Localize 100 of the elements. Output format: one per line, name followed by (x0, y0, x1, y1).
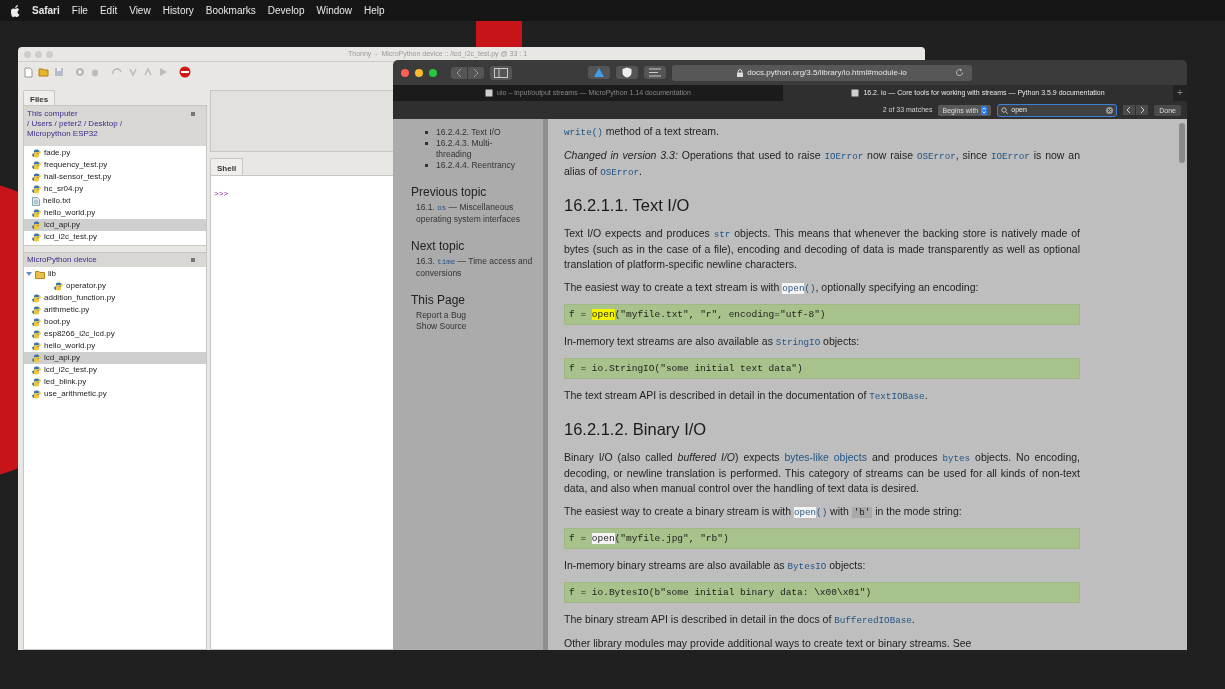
code-block: f = open("myfile.jpg", "rb") (564, 528, 1080, 549)
paragraph: In-memory binary streams are also available as BytesIO objects: (564, 558, 867, 574)
tree-row[interactable]: lcd_api.py (24, 219, 206, 231)
python-file-icon (32, 184, 41, 194)
sidebar-link[interactable]: Report a Bug (411, 310, 541, 321)
tree-row[interactable]: lcd_i2c_test.py (24, 364, 206, 376)
disclosure-triangle-icon (26, 271, 32, 277)
python-file-icon (32, 220, 41, 230)
tree-row[interactable]: hall-sensor_test.py (24, 171, 206, 183)
paragraph: Other library modules may provide additional ways to create text or binary streams. See (564, 636, 973, 650)
panel-title: MicroPython device (27, 254, 97, 266)
tree-row[interactable]: hello_world.py (24, 340, 206, 352)
tree-row[interactable]: hello.txt (24, 195, 206, 207)
tree-row[interactable]: led_blink.py (24, 376, 206, 388)
text-file-icon (32, 196, 40, 206)
python-file-icon (32, 160, 41, 170)
sidebar-heading: Next topic (411, 239, 466, 253)
folder-icon[interactable] (38, 67, 49, 77)
sidebar-heading: Previous topic (411, 185, 488, 199)
search-match: open (793, 507, 817, 518)
toc-link[interactable]: 16.2.4.4. Reentrancy (436, 160, 521, 171)
tree-row[interactable]: use_arithmetic.py (24, 388, 206, 400)
tree-row[interactable]: frequency_test.py (24, 159, 206, 171)
link[interactable]: bytes-like objects (784, 451, 867, 463)
python-file-icon (32, 172, 41, 182)
tree-row[interactable]: addition_function.py (24, 292, 206, 304)
stepper-icon (981, 105, 988, 115)
new-tab-button[interactable]: + (1173, 85, 1187, 101)
bullet-icon (425, 164, 428, 167)
next-icon[interactable] (1136, 105, 1149, 115)
tree-row[interactable]: lib (24, 268, 206, 280)
tree-row[interactable]: operator.py (24, 280, 206, 292)
tree-row[interactable]: lcd_api.py (24, 352, 206, 364)
menu-item[interactable]: View (129, 3, 151, 18)
search-match: open (591, 309, 615, 320)
python-file-icon (32, 148, 41, 158)
reload-icon (955, 67, 964, 77)
sidebar-heading: This Page (411, 293, 467, 307)
sidebar-icon[interactable] (490, 65, 512, 80)
pane-splitter[interactable] (24, 245, 206, 253)
search-icon (1001, 106, 1009, 114)
menu-item[interactable]: Bookmarks (205, 3, 256, 18)
run-icon[interactable] (75, 67, 85, 77)
bullet-icon (425, 131, 428, 134)
previous-icon[interactable] (1123, 105, 1136, 115)
step-into-icon[interactable] (128, 67, 138, 77)
section-heading: 16.2.1.1. Text I/O (564, 195, 691, 215)
python-file-icon (32, 232, 41, 242)
python-file-icon (32, 341, 41, 351)
forward-icon[interactable] (468, 66, 484, 79)
page-icon (485, 89, 494, 97)
reader-icon[interactable] (644, 66, 666, 79)
menu-item[interactable]: Window (316, 3, 353, 18)
tree-row[interactable]: esp8266_i2c_lcd.py (24, 328, 206, 340)
paragraph: The easiest way to create a binary stream is with open() with 'b' in the mode string: (564, 504, 963, 520)
paragraph: write() method of a text stream. (564, 124, 720, 140)
toc-link[interactable]: 16.2.4.3. Multi-threading (436, 138, 521, 160)
new-file-icon[interactable] (24, 66, 33, 78)
code-block: f = io.BytesIO(b"some initial binary data: \x00\x01") (564, 582, 1080, 603)
folder-icon (35, 269, 45, 279)
step-out-icon[interactable] (143, 67, 153, 77)
menu-item[interactable]: Help (364, 3, 385, 18)
shell-tab[interactable]: Shell (210, 158, 244, 175)
shield-icon[interactable] (616, 66, 638, 79)
tree-row[interactable]: boot.py (24, 316, 206, 328)
menu-item[interactable]: Develop (267, 3, 305, 18)
scrollbar-thumb[interactable] (1179, 123, 1185, 163)
clear-icon (1106, 106, 1114, 114)
bug-icon[interactable] (90, 67, 100, 77)
python-file-icon (32, 317, 41, 327)
tree-row[interactable]: hc_sr04.py (24, 183, 206, 195)
back-icon[interactable] (451, 66, 467, 79)
save-icon[interactable] (54, 67, 64, 77)
tree-row[interactable]: arithmetic.py (24, 304, 206, 316)
address-bar[interactable]: docs.python.org/3.5/library/io.html#module-io (672, 64, 972, 81)
paragraph: Text I/O expects and produces str objects. This means that whenever the backing store is natively made of bytes (such as in the case of a file), encoding and decoding of data is made transparently as well as optional translation of platform-specific newline characters. (564, 226, 1080, 272)
resume-icon[interactable] (158, 67, 168, 77)
python-file-icon (32, 365, 41, 375)
panel-title: This computer (27, 109, 79, 119)
folder-path: / Users / peter2 / Desktop / Micropython ESP32 (27, 119, 124, 139)
step-over-icon[interactable] (111, 67, 123, 77)
menu-item[interactable]: History (162, 3, 194, 18)
toc-link[interactable]: 16.2.4.2. Text I/O (436, 127, 521, 138)
menu-item[interactable]: Safari (32, 3, 60, 18)
menu-item[interactable]: File (71, 3, 88, 18)
python-file-icon (54, 281, 63, 291)
menu-item[interactable]: Edit (99, 3, 118, 18)
paragraph: In-memory text streams are also available as StringIO objects: (564, 334, 861, 350)
python-file-icon (32, 353, 41, 363)
search-match: open (591, 533, 615, 544)
sidebar-link[interactable]: Show Source (411, 321, 541, 332)
tree-row[interactable]: fade.py (24, 147, 206, 159)
tree-row[interactable]: hello_world.py (24, 207, 206, 219)
search-match: open (782, 283, 805, 294)
apple-logo-icon[interactable] (10, 4, 20, 17)
tree-row[interactable]: lcd_i2c_test.py (24, 231, 206, 243)
page-icon (851, 89, 860, 97)
stop-icon[interactable] (179, 66, 191, 78)
files-tab[interactable]: Files (23, 90, 56, 105)
shell-prompt: >>> (214, 189, 229, 198)
